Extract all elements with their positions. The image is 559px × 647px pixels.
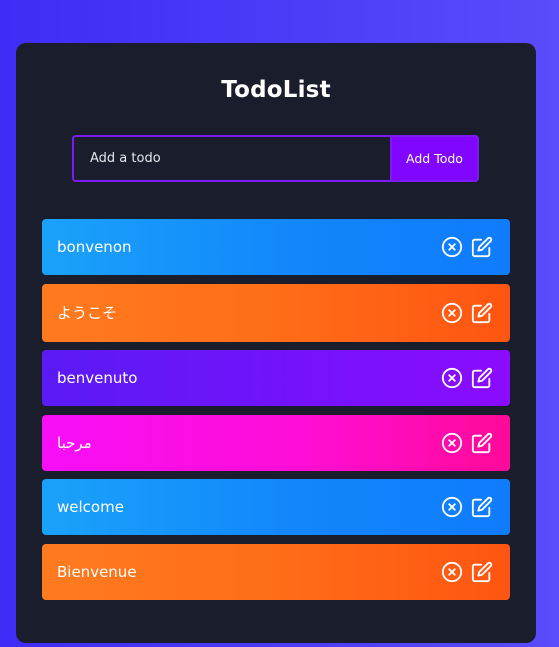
todo-actions	[441, 432, 493, 454]
close-circle-icon[interactable]	[441, 432, 463, 454]
todo-item: benvenuto	[42, 350, 510, 406]
edit-icon[interactable]	[471, 561, 493, 583]
todo-actions	[441, 561, 493, 583]
todo-actions	[441, 236, 493, 258]
close-circle-icon[interactable]	[441, 561, 463, 583]
todo-text[interactable]: bonvenon	[57, 238, 132, 256]
close-circle-icon[interactable]	[441, 367, 463, 389]
todo-list: bonvenon ようこそ benvenuto مرحبا welcome Bi…	[42, 219, 510, 608]
todo-input[interactable]	[72, 135, 390, 182]
todo-app: TodoList Add Todo bonvenon ようこそ	[16, 43, 536, 643]
todo-form: Add Todo	[72, 135, 479, 182]
edit-icon[interactable]	[471, 432, 493, 454]
todo-text[interactable]: Bienvenue	[57, 563, 137, 581]
close-circle-icon[interactable]	[441, 496, 463, 518]
todo-text[interactable]: ようこそ	[57, 302, 117, 323]
todo-actions	[441, 496, 493, 518]
todo-actions	[441, 367, 493, 389]
edit-icon[interactable]	[471, 236, 493, 258]
close-circle-icon[interactable]	[441, 236, 463, 258]
todo-item: bonvenon	[42, 219, 510, 275]
edit-icon[interactable]	[471, 496, 493, 518]
add-todo-button[interactable]: Add Todo	[390, 135, 479, 182]
app-title: TodoList	[221, 77, 331, 103]
edit-icon[interactable]	[471, 302, 493, 324]
edit-icon[interactable]	[471, 367, 493, 389]
todo-text[interactable]: مرحبا	[57, 434, 92, 452]
todo-text[interactable]: welcome	[57, 498, 124, 516]
todo-item: مرحبا	[42, 414, 510, 471]
todo-item: ようこそ	[42, 283, 510, 342]
todo-actions	[441, 302, 493, 324]
todo-item: welcome	[42, 479, 510, 535]
todo-item: Bienvenue	[42, 543, 510, 600]
todo-text[interactable]: benvenuto	[57, 369, 137, 387]
close-circle-icon[interactable]	[441, 302, 463, 324]
